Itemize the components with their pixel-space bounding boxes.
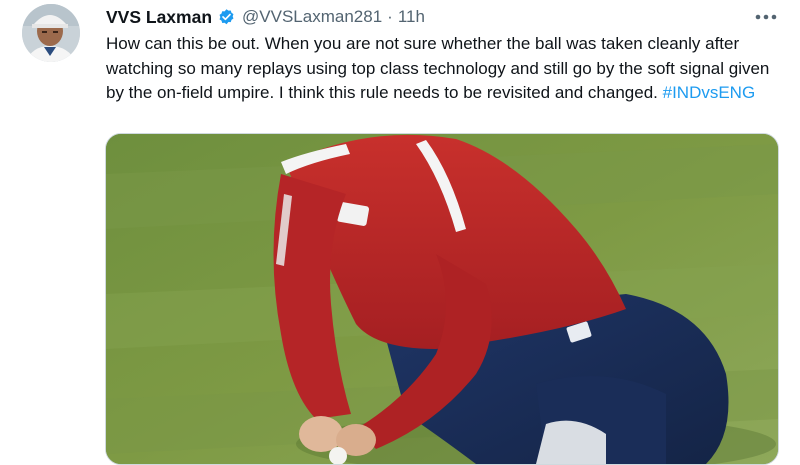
author-handle[interactable]: @VVSLaxman281 — [242, 7, 382, 27]
tweet-header: VVS Laxman @VVSLaxman281 · 11h — [106, 6, 425, 28]
separator-dot: · — [387, 7, 393, 26]
tweet[interactable]: VVS Laxman @VVSLaxman281 · 11h How can t… — [0, 0, 800, 465]
more-options-icon[interactable] — [752, 6, 780, 28]
tweet-media-image[interactable] — [105, 133, 779, 465]
verified-badge-icon — [217, 8, 236, 27]
timestamp[interactable]: 11h — [398, 7, 425, 27]
hashtag-link[interactable]: #INDvsENG — [663, 83, 756, 102]
author-name[interactable]: VVS Laxman — [106, 7, 212, 28]
avatar-image — [22, 4, 80, 62]
avatar[interactable] — [22, 4, 80, 62]
tweet-text: How can this be out. When you are not su… — [106, 32, 786, 106]
cricket-fielder-photo — [106, 134, 778, 464]
